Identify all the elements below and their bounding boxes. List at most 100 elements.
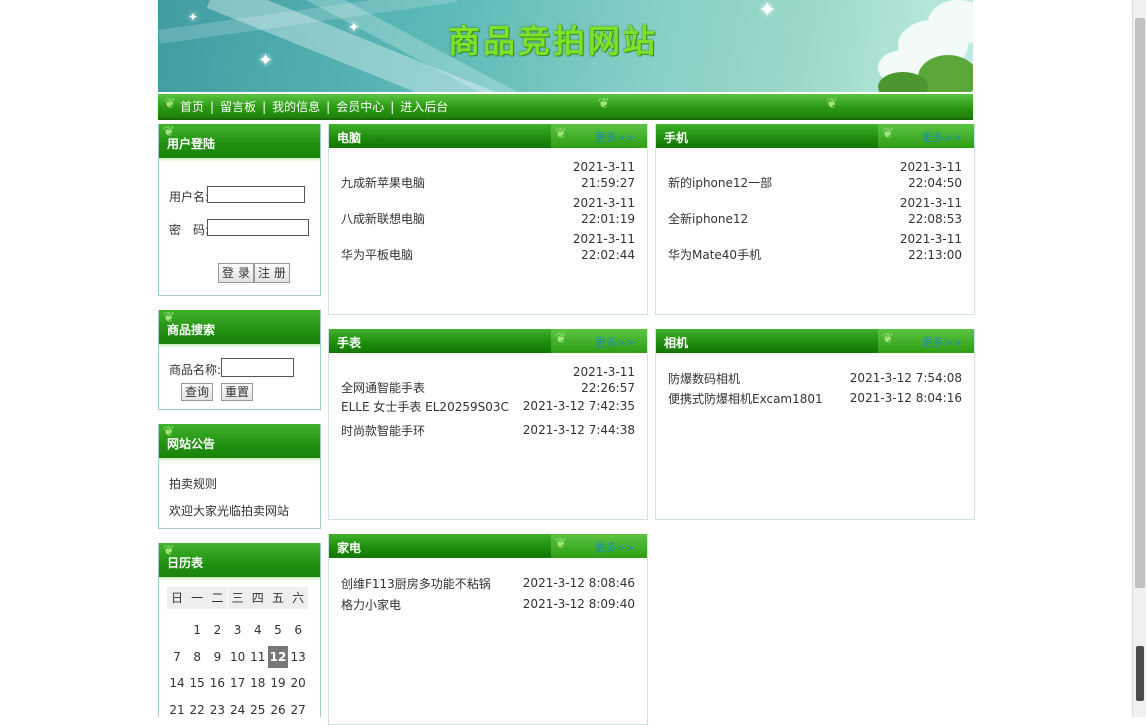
leaf-icon: ❦ <box>882 331 894 347</box>
more-link[interactable]: 更多>> <box>922 334 962 350</box>
nav-links: 首页 | 留言板 | 我的信息 | 会员中心 | 进入后台 <box>180 100 449 114</box>
register-button[interactable]: 注 册 <box>254 263 290 283</box>
item-time: 7:42:35 <box>588 399 635 413</box>
item-title[interactable]: ELLE 女士手表 EL20259S03C <box>341 398 509 415</box>
item-title[interactable]: 防爆数码相机 <box>668 370 740 387</box>
calendar-day[interactable]: 11 <box>248 646 268 668</box>
calendar-day[interactable]: 6 <box>288 619 308 641</box>
item-time: 21:59:27 <box>581 176 635 190</box>
item-title[interactable]: 时尚款智能手环 <box>341 422 425 439</box>
nav-my-info[interactable]: 我的信息 <box>272 100 320 114</box>
calendar-day[interactable]: 10 <box>228 646 248 668</box>
item-time: 22:04:50 <box>908 176 962 190</box>
login-button[interactable]: 登 录 <box>218 263 254 283</box>
scrollbar-thumb[interactable] <box>1135 18 1145 588</box>
calendar-day[interactable]: 22 <box>187 699 207 721</box>
calendar-day[interactable]: 18 <box>248 672 268 694</box>
username-label: 用户名: <box>169 190 210 204</box>
item-date: 2021-3-12 <box>522 576 585 590</box>
item-time: 22:13:00 <box>908 248 962 262</box>
calendar-weekday: 五 <box>268 587 288 609</box>
calendar-day[interactable]: 7 <box>167 646 187 668</box>
calendar-day[interactable]: 16 <box>207 672 227 694</box>
more-link[interactable]: 更多>> <box>595 334 635 350</box>
calendar-weekday: 日 <box>167 587 187 609</box>
category-box-4: ❦ 家电 更多>> 创维F113厨房多功能不粘锅 2021-3-12 8:08:46 格力… <box>328 534 648 725</box>
username-input[interactable] <box>207 186 305 203</box>
item-title[interactable]: 全网通智能手表 <box>341 379 425 396</box>
calendar-day[interactable]: 27 <box>288 699 308 721</box>
calendar-day[interactable]: 15 <box>187 672 207 694</box>
calendar-day[interactable]: 14 <box>167 672 187 694</box>
announcement-item[interactable]: 欢迎大家光临拍卖网站 <box>169 502 289 519</box>
more-link[interactable]: 更多>> <box>595 539 635 555</box>
item-date: 2021-3-12 <box>849 371 912 385</box>
nav-admin[interactable]: 进入后台 <box>400 100 448 114</box>
calendar-day[interactable]: 9 <box>207 646 227 668</box>
calendar-day[interactable]: 23 <box>207 699 227 721</box>
category-box-header: ❦ 电脑 更多>> <box>329 124 647 148</box>
page: ✦ ✦ ✦ ✦ 商品竞拍网站 ❦ ❦ ❦ 首页 | 留言板 | 我的信息 | 会员中心 | 进入… <box>158 0 975 725</box>
password-input[interactable] <box>207 219 309 236</box>
announcement-title: 网站公告 <box>167 437 216 451</box>
item-date: 2021-3-11 <box>899 196 962 210</box>
item-timestamp: 2021-3-12 7:54:08 <box>850 370 962 386</box>
query-button[interactable]: 查询 <box>181 383 214 401</box>
item-title[interactable]: 创维F113厨房多功能不粘锅 <box>341 575 491 592</box>
item-date: 2021-3-12 <box>849 391 912 405</box>
calendar-day[interactable]: 20 <box>288 672 308 694</box>
item-title[interactable]: 八成新联想电脑 <box>341 210 425 227</box>
calendar-day[interactable]: 2 <box>207 619 227 641</box>
calendar-day[interactable]: 19 <box>268 672 288 694</box>
item-title[interactable]: 华为平板电脑 <box>341 246 413 263</box>
product-name-input[interactable] <box>221 358 294 377</box>
nav-member-center[interactable]: 会员中心 <box>336 100 384 114</box>
item-title[interactable]: 便携式防爆相机Excam1801 <box>668 390 823 407</box>
sparkle-icon: ✦ <box>188 10 199 24</box>
calendar-day[interactable]: 4 <box>248 619 268 641</box>
item-time: 8:08:46 <box>588 576 635 590</box>
more-link[interactable]: 更多>> <box>595 129 635 145</box>
header-banner: ✦ ✦ ✦ ✦ 商品竞拍网站 <box>158 0 973 92</box>
item-title[interactable]: 全新iphone12 <box>668 210 748 227</box>
calendar-day[interactable]: 8 <box>187 646 207 668</box>
calendar-day[interactable]: 17 <box>228 672 248 694</box>
calendar-day[interactable]: 3 <box>228 619 248 641</box>
password-label: 密 码: <box>169 223 210 237</box>
nav-home[interactable]: 首页 <box>180 100 204 114</box>
category-title: 手表 <box>337 336 362 350</box>
calendar-day[interactable]: 24 <box>228 699 248 721</box>
announcement-panel-header: ❦ 网站公告 <box>159 424 320 462</box>
item-title[interactable]: 华为Mate40手机 <box>668 246 761 263</box>
calendar-day[interactable]: 13 <box>288 646 308 668</box>
item-timestamp: 2021-3-11 22:02:44 <box>573 231 635 263</box>
item-timestamp: 2021-3-11 22:04:50 <box>900 159 962 191</box>
item-time: 8:09:40 <box>588 597 635 611</box>
item-title[interactable]: 新的iphone12一部 <box>668 174 772 191</box>
calendar-title: 日历表 <box>167 556 204 570</box>
item-timestamp: 2021-3-12 8:08:46 <box>523 575 635 591</box>
item-timestamp: 2021-3-12 7:42:35 <box>523 398 635 414</box>
more-link[interactable]: 更多>> <box>922 129 962 145</box>
calendar-day[interactable]: 25 <box>248 699 268 721</box>
announcement-item[interactable]: 拍卖规则 <box>169 475 217 492</box>
nav-guestbook[interactable]: 留言板 <box>220 100 256 114</box>
calendar-day[interactable]: 21 <box>167 699 187 721</box>
calendar-day[interactable]: 5 <box>268 619 288 641</box>
item-title[interactable]: 九成新苹果电脑 <box>341 174 425 191</box>
calendar-day-today[interactable]: 12 <box>268 645 288 668</box>
site-title: 商品竞拍网站 <box>448 22 659 60</box>
item-time: 7:54:08 <box>915 371 962 385</box>
reset-button[interactable]: 重置 <box>221 383 254 401</box>
scrollbar-grip[interactable] <box>1136 646 1144 701</box>
login-panel-header: ❦ 用户登陆 <box>159 124 320 162</box>
item-time: 22:26:57 <box>581 381 635 395</box>
item-date: 2021-3-12 <box>522 399 585 413</box>
calendar-day[interactable]: 26 <box>268 699 288 721</box>
item-timestamp: 2021-3-11 22:01:19 <box>573 195 635 227</box>
item-date: 2021-3-12 <box>522 597 585 611</box>
calendar-day[interactable]: 1 <box>187 619 207 641</box>
item-title[interactable]: 格力小家电 <box>341 596 401 613</box>
item-timestamp: 2021-3-11 22:13:00 <box>900 231 962 263</box>
vertical-scrollbar[interactable] <box>1132 0 1146 717</box>
